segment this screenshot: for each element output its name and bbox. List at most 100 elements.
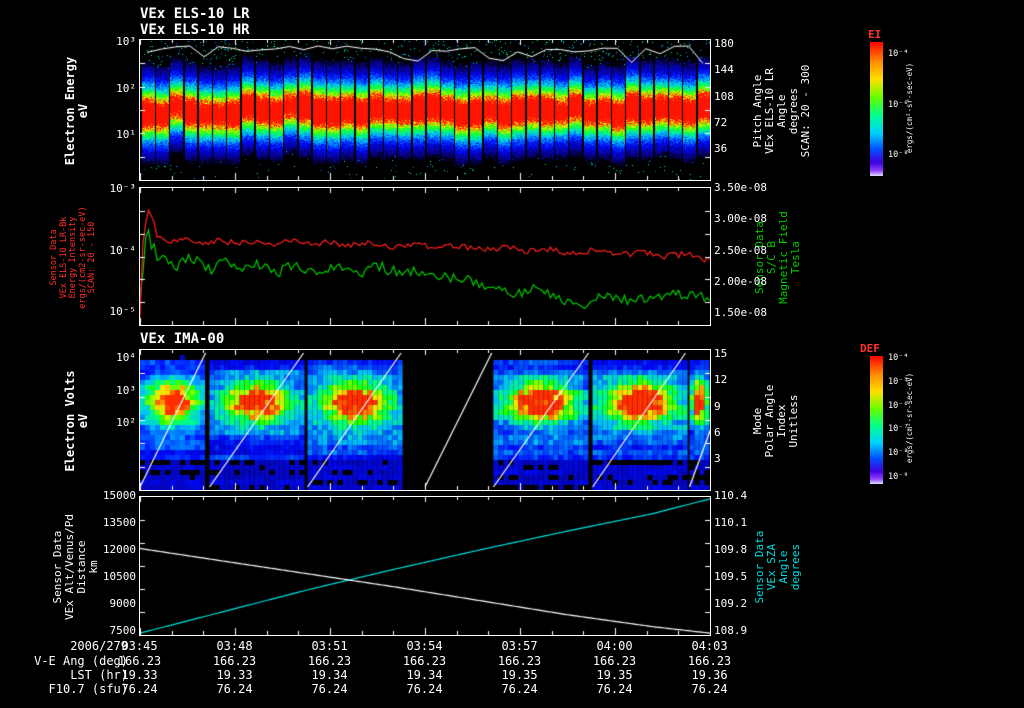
footer-value: 166.23	[307, 654, 352, 668]
footer-row-ve-ang: 166.23 166.23 166.23 166.23 166.23 166.23 166.…	[92, 655, 758, 668]
footer-value: 76.24	[121, 682, 158, 696]
panel3-yaxis-label: Electron Volts eV	[63, 350, 90, 492]
tick-label: 3.00e-08	[714, 212, 767, 226]
time-label: 03:45	[121, 639, 158, 653]
footer-row-f107: 76.24 76.24 76.24 76.24 76.24 76.24 76.24	[92, 683, 758, 696]
colorbar-unit-text: ergs/(cm²-sr-sec-eV)	[905, 62, 914, 154]
intensity-bfield-line-canvas	[139, 187, 711, 326]
tick-label: 110.4	[714, 489, 748, 502]
panel3-right-axis-label: Mode Polar Angle Index Unitless	[751, 350, 800, 492]
panel3-left-ticks: 10⁴ 10³ 10²	[96, 352, 136, 428]
tick-label: 10¹	[116, 128, 136, 141]
colorbar-def-title: DEF	[860, 342, 880, 355]
altitude-sza-line-canvas	[139, 496, 711, 636]
footer-value: 76.24	[406, 682, 443, 696]
tick-label: 9	[714, 399, 721, 413]
axis-label-line: degrees	[789, 543, 802, 591]
footer-value: 19.36	[691, 668, 728, 682]
tick-label: 109.2	[714, 597, 748, 610]
footer-value: 19.34	[406, 668, 443, 682]
panel1-yaxis-label: Electron Energy eV	[63, 40, 90, 182]
time-label: 04:00	[596, 639, 633, 653]
colorbar-unit-text: ergs/(cm²-sr-sec-eV)	[905, 372, 914, 464]
tick-label: 13500	[102, 516, 136, 529]
tick-label: 3	[714, 452, 721, 465]
tick-label: 10500	[102, 570, 136, 583]
tick-label: 10²	[116, 81, 136, 95]
tick-label: 10⁻⁴	[109, 243, 137, 257]
axis-label-line: eV	[76, 413, 90, 429]
tick-label: 7500	[109, 624, 137, 637]
footer-value: 166.23	[687, 654, 732, 668]
tick-label: 108.9	[714, 624, 748, 637]
els-spectrogram-canvas	[139, 39, 711, 181]
time-label: 03:54	[406, 639, 443, 653]
colorbar-def	[870, 356, 883, 484]
footer-value: 76.24	[501, 682, 538, 696]
footer-value: 19.35	[501, 668, 538, 682]
tick-label: 108	[714, 89, 734, 103]
tick-label: 72	[714, 115, 728, 129]
footer-value: 76.24	[691, 682, 728, 696]
colorbar-ei-title: EI	[868, 28, 882, 41]
tick-label: 9000	[109, 597, 137, 610]
ima-spectrogram-canvas	[139, 349, 711, 491]
panel1-right-ticks: 180 144 108 72 36	[714, 38, 754, 154]
axis-label-line: Tesla	[789, 240, 802, 275]
tick-label: 36	[714, 142, 728, 155]
panel4-left-ticks: 15000 13500 12000 10500 9000 7500	[90, 490, 136, 636]
tick-label: 10⁻⁵	[109, 305, 137, 318]
footer-value: 166.23	[402, 654, 447, 668]
footer-value: 19.33	[216, 668, 253, 682]
panel1-right-axis-label: Pitch Angle VEx ELS-10 LR Angle degrees SCAN…	[751, 40, 812, 182]
footer-row-lst: 19.33 19.33 19.34 19.34 19.35 19.35 19.36	[92, 669, 758, 682]
tick-label: 12	[714, 373, 728, 387]
tick-label: 110.1	[714, 516, 748, 529]
footer-value: 76.24	[596, 682, 633, 696]
footer-value: 166.23	[592, 654, 637, 668]
colorbar-ei	[870, 42, 883, 176]
time-label: 03:51	[311, 639, 348, 653]
colorbar-def-unit: ergs/(cm²-sr-sec-eV)	[905, 348, 914, 488]
time-axis-row: 03:45 03:48 03:51 03:54 03:57 04:00 04:03	[92, 640, 758, 653]
tick-label: 15	[714, 347, 728, 360]
tick-label: 10³	[116, 35, 136, 48]
panel2-right-ticks: 3.50e-08 3.00e-08 2.50e-08 2.00e-08 1.50e-08	[714, 182, 776, 318]
tick-label: 109.5	[714, 570, 748, 583]
tick-label: 3.50e-08	[714, 181, 767, 194]
tick-label: 10²	[116, 416, 136, 429]
time-label: 03:48	[216, 639, 253, 653]
time-label: 04:03	[691, 639, 728, 653]
footer-value: 166.23	[497, 654, 542, 668]
panel2-left-ticks: 10⁻³ 10⁻⁴ 10⁻⁵	[96, 182, 137, 318]
footer-value: 19.35	[596, 668, 633, 682]
axis-label-line: SCAN: 20 - 300	[799, 64, 812, 158]
axis-label-line: eV	[76, 103, 90, 119]
tick-label: 180	[714, 37, 734, 50]
footer-value: 19.34	[311, 668, 348, 682]
footer-value: 76.24	[311, 682, 348, 696]
panel4-right-ticks: 110.4 110.1 109.8 109.5 109.2 108.9	[714, 490, 760, 636]
tick-label: 2.50e-08	[714, 243, 767, 257]
footer-value: 166.23	[117, 654, 162, 668]
footer-value: 166.23	[212, 654, 257, 668]
tick-label: 2.00e-08	[714, 274, 767, 288]
colorbar-ei-unit: ergs/(cm²-sr-sec-eV)	[905, 38, 914, 178]
footer-value: 76.24	[216, 682, 253, 696]
panel3-title: VEx IMA-00	[140, 331, 225, 347]
tick-label: 15000	[102, 489, 136, 502]
panel1-left-ticks: 10³ 10² 10¹	[96, 36, 136, 140]
tick-label: 10³	[116, 383, 136, 397]
panel2-left-axis-label: Sensor Data VEx ELS-10 LR-Bk Energy Intens…	[49, 188, 98, 327]
tick-label: 144	[714, 63, 734, 77]
time-label: 03:57	[501, 639, 538, 653]
panel3-right-ticks: 15 12 9 6 3	[714, 348, 754, 464]
tick-label: 109.8	[714, 543, 748, 556]
tick-label: 6	[714, 425, 721, 439]
panel4-right-axis-label: Sensor Data VEx SZA Angle degrees	[753, 497, 802, 637]
tick-label: 1.50e-08	[714, 306, 767, 319]
panel1-title-line1: VEx ELS-10 LR	[140, 6, 250, 22]
footer-value: 19.33	[121, 668, 158, 682]
tick-label: 10⁻³	[109, 182, 137, 195]
tick-label: 10⁴	[116, 351, 136, 364]
